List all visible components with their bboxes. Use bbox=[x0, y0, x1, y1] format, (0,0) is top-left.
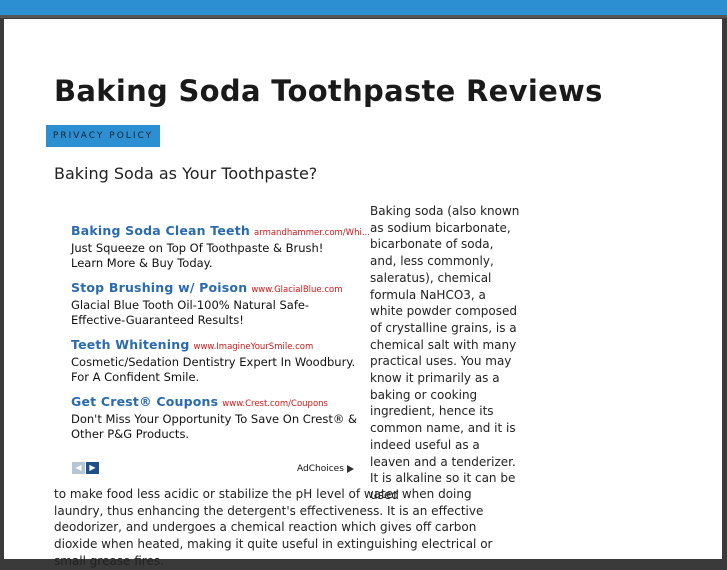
adchoices-link[interactable]: AdChoices bbox=[297, 464, 354, 474]
ad-item: Get Crest® Coupons www.Crest.com/Coupons … bbox=[71, 391, 371, 442]
post-title: Baking Soda as Your Toothpaste? bbox=[54, 164, 318, 183]
chevron-left-icon[interactable]: ◀ bbox=[72, 462, 85, 474]
ad-title-link[interactable]: Get Crest® Coupons bbox=[71, 394, 218, 409]
ad-title-link[interactable]: Stop Brushing w/ Poison bbox=[71, 280, 247, 295]
ad-description: Don't Miss Your Opportunity To Save On C… bbox=[71, 412, 357, 441]
ad-description: Glacial Blue Tooth Oil-100% Natural Safe… bbox=[71, 298, 310, 327]
ad-url-link[interactable]: armandhammer.com/Whi... bbox=[254, 228, 370, 238]
ad-description: Just Squeeze on Top Of Toothpaste & Brus… bbox=[71, 241, 324, 270]
ad-title-link[interactable]: Teeth Whitening bbox=[71, 337, 190, 352]
site-title[interactable]: Baking Soda Toothpaste Reviews bbox=[54, 74, 603, 108]
ad-url-link[interactable]: www.GlacialBlue.com bbox=[251, 285, 342, 295]
page-content: Baking Soda Toothpaste Reviews PRIVACY P… bbox=[4, 19, 722, 568]
chevron-right-icon[interactable]: ▶ bbox=[86, 462, 99, 474]
ad-item: Baking Soda Clean Teeth armandhammer.com/… bbox=[71, 220, 371, 271]
ad-description: Cosmetic/Sedation Dentistry Expert In Wo… bbox=[71, 355, 356, 384]
article-body: Baking soda (also known as sodium bicarb… bbox=[370, 204, 520, 502]
privacy-policy-link[interactable]: PRIVACY POLICY bbox=[46, 125, 160, 147]
ad-item: Stop Brushing w/ Poison www.GlacialBlue.c… bbox=[71, 277, 371, 328]
ad-url-link[interactable]: www.ImagineYourSmile.com bbox=[194, 342, 314, 352]
top-bar bbox=[0, 0, 727, 15]
article-body-continued: to make food less acidic or stabilize th… bbox=[54, 487, 493, 568]
ad-title-link[interactable]: Baking Soda Clean Teeth bbox=[71, 223, 250, 238]
top-bar-shadow bbox=[0, 15, 727, 18]
ad-url-link[interactable]: www.Crest.com/Coupons bbox=[222, 399, 328, 409]
adchoices-icon bbox=[346, 464, 354, 473]
ad-item: Teeth Whitening www.ImagineYourSmile.com … bbox=[71, 334, 371, 385]
adchoices-label: AdChoices bbox=[297, 464, 344, 474]
ad-pagination: ◀ ▶ bbox=[72, 462, 99, 481]
